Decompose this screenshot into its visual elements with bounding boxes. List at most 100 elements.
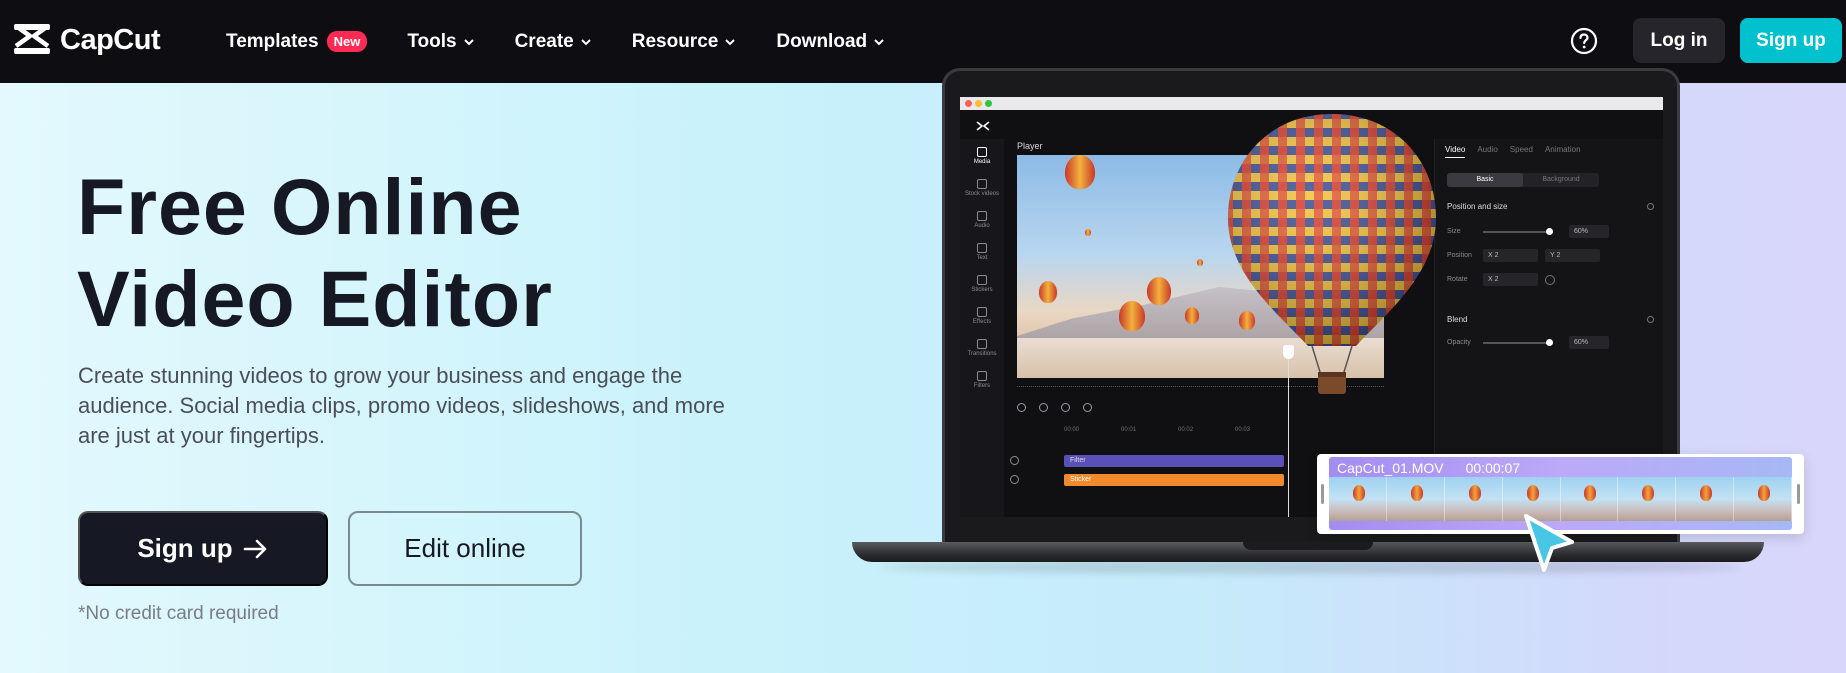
x-prefix: X <box>1488 252 1493 259</box>
sidebar-item-label: Transitions <box>967 351 997 357</box>
nav-download[interactable]: Download <box>776 31 885 53</box>
mouse-cursor-icon <box>1524 514 1574 572</box>
hero-title-line2: Video Editor <box>77 254 553 343</box>
size-slider[interactable] <box>1483 228 1553 235</box>
hot-air-balloon-illustration <box>1228 114 1436 394</box>
delete-icon[interactable] <box>1083 403 1092 412</box>
rotate-dial-icon[interactable] <box>1545 275 1555 285</box>
rotate-value: 2 <box>1494 276 1499 283</box>
segment-basic[interactable]: Basic <box>1447 173 1523 187</box>
minimize-dot-icon <box>975 100 982 107</box>
ruler-tick: 00:02 <box>1178 427 1194 433</box>
tab-audio[interactable]: Audio <box>1477 145 1497 158</box>
balloon-image <box>1085 229 1091 236</box>
stock-video-icon <box>977 179 987 189</box>
sidebar-item-text[interactable]: Text <box>960 243 1004 261</box>
chevron-down-icon <box>874 38 884 45</box>
slider-knob[interactable] <box>1546 228 1553 235</box>
nav-create-label: Create <box>514 30 574 52</box>
balloon-image <box>1119 301 1145 331</box>
opacity-label: Opacity <box>1447 339 1471 346</box>
chevron-down-icon <box>463 38 474 45</box>
reset-icon[interactable] <box>1647 203 1654 210</box>
edit-online-button[interactable]: Edit online <box>348 511 582 586</box>
help-circle-icon[interactable] <box>1570 27 1598 55</box>
opacity-slider[interactable] <box>1483 339 1553 346</box>
filter-track-icon <box>1010 456 1019 465</box>
sidebar-item-effects[interactable]: Effects <box>960 307 1004 325</box>
sidebar-item-label: Stock videos <box>964 191 1000 197</box>
brand-logo[interactable]: CapCut <box>12 22 161 58</box>
sidebar-item-label: Audio <box>974 223 990 229</box>
opacity-value-field[interactable]: 60% <box>1569 336 1609 349</box>
hero-description: Create stunning videos to grow your busi… <box>78 363 725 448</box>
main-nav: Templates New Tools Create Resource Down… <box>226 0 885 83</box>
laptop-notch <box>1243 542 1373 550</box>
rotate-prefix: X <box>1488 276 1493 283</box>
hero-title: Free Online Video Editor <box>77 161 553 345</box>
audio-icon <box>977 211 987 221</box>
segment-background[interactable]: Background <box>1523 173 1599 187</box>
sidebar-item-label: Media <box>973 159 991 165</box>
app-logo-icon <box>976 121 990 131</box>
nav-resource[interactable]: Resource <box>632 31 737 53</box>
sidebar-item-media[interactable]: Media <box>960 147 1004 165</box>
rotate-field[interactable]: X 2 <box>1483 273 1538 286</box>
balloon-image <box>1197 259 1203 266</box>
new-badge: New <box>326 31 368 52</box>
clip-trim-handle-right[interactable] <box>1797 484 1800 504</box>
clip-header: CapCut_01.MOV 00:00:07 <box>1337 460 1520 476</box>
ruler-tick: 00:01 <box>1121 427 1137 433</box>
basic-background-toggle: Basic Background <box>1447 173 1599 187</box>
sidebar-item-transitions[interactable]: Transitions <box>960 339 1004 357</box>
clip-frame <box>1387 477 1445 521</box>
size-label: Size <box>1447 228 1461 235</box>
nav-resource-label: Resource <box>631 30 719 52</box>
undo-icon[interactable] <box>1017 403 1026 412</box>
time-ruler: 00:00 00:01 00:02 00:03 <box>1064 427 1250 433</box>
sidebar-item-label: Filters <box>973 383 991 389</box>
login-button[interactable]: Log in <box>1633 18 1725 63</box>
nav-create[interactable]: Create <box>515 31 592 53</box>
tab-animation[interactable]: Animation <box>1545 145 1581 158</box>
nav-tools[interactable]: Tools <box>407 31 474 53</box>
position-size-heading: Position and size <box>1447 202 1508 211</box>
slider-knob[interactable] <box>1546 339 1553 346</box>
chevron-down-icon <box>725 38 736 45</box>
nav-download-label: Download <box>776 30 868 52</box>
hero-title-line1: Free Online <box>77 162 523 251</box>
position-x-field[interactable]: X 2 <box>1483 249 1538 262</box>
nav-templates[interactable]: Templates New <box>226 31 368 53</box>
chevron-down-icon <box>581 38 591 45</box>
tab-video[interactable]: Video <box>1445 145 1466 158</box>
close-dot-icon <box>965 100 972 107</box>
sidebar-item-stickers[interactable]: Stickers <box>960 275 1004 293</box>
sidebar-item-filters[interactable]: Filters <box>960 371 1004 389</box>
sticker-icon <box>977 275 987 285</box>
signup-button-hero[interactable]: Sign up <box>78 511 328 586</box>
ruler-tick: 00:00 <box>1064 427 1080 433</box>
clip-trim-handle-left[interactable] <box>1321 484 1324 504</box>
sidebar-item-stock-videos[interactable]: Stock videos <box>960 179 1004 197</box>
position-y-field[interactable]: Y 2 <box>1545 249 1600 262</box>
sticker-track-clip[interactable]: Sticker <box>1064 474 1284 486</box>
signup-button-header[interactable]: Sign up <box>1740 18 1842 63</box>
balloon-image <box>1039 281 1057 303</box>
player-label: Player <box>1017 141 1043 151</box>
rotate-label: Rotate <box>1447 276 1468 283</box>
size-value-field[interactable]: 60% <box>1569 225 1609 238</box>
editor-sidebar: Media Stock videos Audio Text Stickers E… <box>960 139 1004 517</box>
redo-icon[interactable] <box>1039 403 1048 412</box>
sidebar-item-label: Effects <box>972 319 992 325</box>
tab-speed[interactable]: Speed <box>1510 145 1533 158</box>
sidebar-item-audio[interactable]: Audio <box>960 211 1004 229</box>
balloon-image <box>1185 307 1199 324</box>
clip-frame <box>1445 477 1503 521</box>
reset-icon[interactable] <box>1647 316 1654 323</box>
filter-track-clip[interactable]: Filter <box>1064 455 1284 467</box>
sidebar-item-label: Stickers <box>971 287 993 293</box>
clip-frame <box>1329 477 1387 521</box>
position-label: Position <box>1447 252 1472 259</box>
split-icon[interactable] <box>1061 403 1070 412</box>
y-prefix: Y <box>1550 252 1555 259</box>
